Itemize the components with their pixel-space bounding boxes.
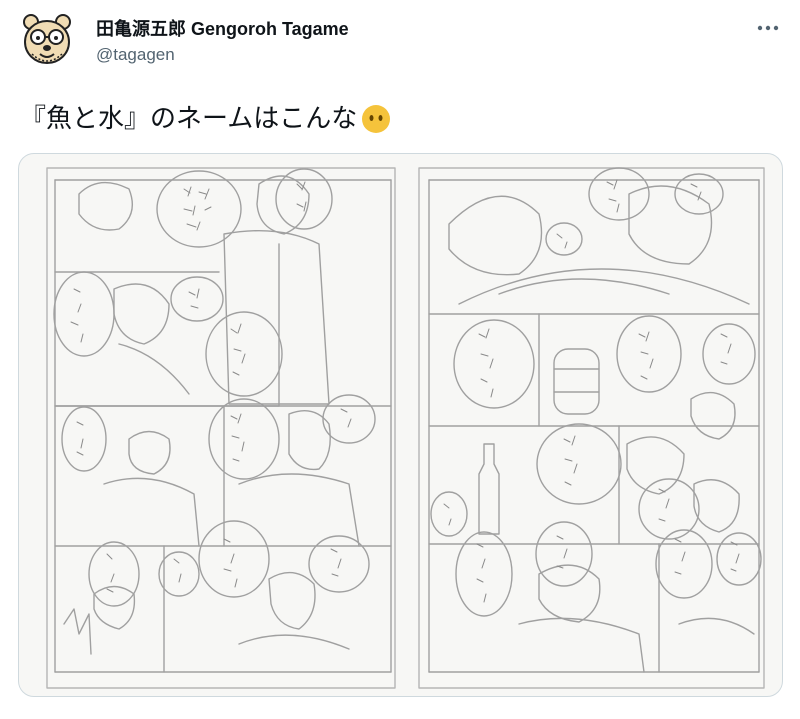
tweet-author: 田亀源五郎 Gengoroh Tagame @tagagen bbox=[96, 18, 349, 66]
more-dots-icon bbox=[757, 25, 779, 31]
tweet-media-image[interactable] bbox=[18, 153, 783, 697]
face-without-mouth-emoji bbox=[362, 105, 391, 133]
tweet-text-content: 『魚と水』のネームはこんな bbox=[20, 104, 358, 134]
manga-storyboard-sketch-image bbox=[46, 167, 765, 689]
author-avatar[interactable] bbox=[16, 10, 78, 72]
tweet-card: 田亀源五郎 Gengoroh Tagame @tagagen 『魚と水』のネーム… bbox=[0, 0, 800, 719]
more-options-button[interactable] bbox=[754, 14, 782, 42]
author-handle[interactable]: @tagagen bbox=[96, 44, 349, 66]
tweet-text: 『魚と水』のネームはこんな bbox=[20, 102, 391, 136]
cartoon-bear-avatar-icon bbox=[23, 14, 71, 64]
author-display-name[interactable]: 田亀源五郎 Gengoroh Tagame bbox=[96, 18, 349, 40]
